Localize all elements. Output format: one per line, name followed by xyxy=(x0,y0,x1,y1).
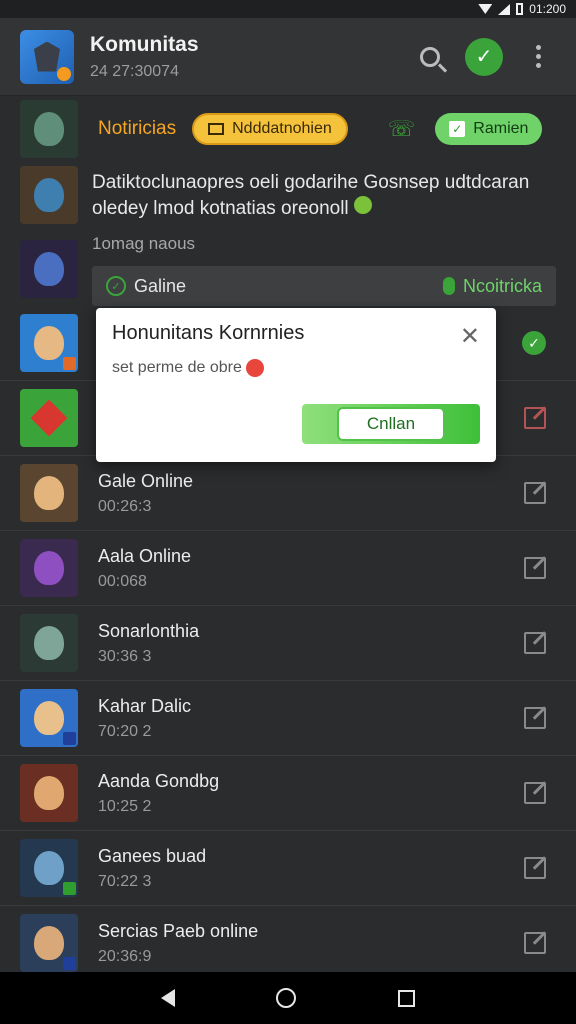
badge-icon xyxy=(63,732,76,745)
item-time: 00:26:3 xyxy=(98,497,152,515)
check-button[interactable]: ✓ xyxy=(464,37,504,77)
strip-online[interactable]: ✓ Galine xyxy=(106,276,186,297)
chat-list: Notiricias Ndddatnohien ☏ ✓ Ramien Datik… xyxy=(0,96,576,981)
smile-icon xyxy=(353,196,372,214)
mic-icon xyxy=(442,277,455,295)
edit-icon[interactable] xyxy=(524,557,546,579)
list-item[interactable]: Aala Online 00:068 xyxy=(0,531,576,606)
avatar xyxy=(20,839,78,897)
status-bar: 01:200 xyxy=(0,0,576,18)
status-time: 01:200 xyxy=(529,2,566,16)
badge-icon xyxy=(63,357,76,370)
header-text: Komunitas 24 27:30074 xyxy=(90,33,396,81)
dialog-button-track[interactable]: Cnllan xyxy=(302,404,480,444)
back-icon[interactable] xyxy=(160,989,175,1007)
page-subtitle: 24 27:30074 xyxy=(90,62,179,80)
more-button[interactable] xyxy=(518,37,558,77)
item-name: Ganees buad xyxy=(98,845,207,866)
list-item[interactable]: Gale Online 00:26:3 xyxy=(0,456,576,531)
notification-row[interactable]: Notiricias Ndddatnohien ☏ ✓ Ramien xyxy=(0,96,576,162)
item-time: 00:068 xyxy=(98,572,147,590)
ramien-pill[interactable]: ✓ Ramien xyxy=(435,113,543,145)
app-header: Komunitas 24 27:30074 ✓ xyxy=(0,18,576,96)
list-item[interactable]: Ganees buad 70:22 3 xyxy=(0,831,576,906)
item-name: Sercias Paeb online xyxy=(98,920,259,941)
edit-icon[interactable] xyxy=(524,932,546,954)
item-name: Aala Online xyxy=(98,545,192,566)
edit-icon[interactable] xyxy=(524,782,546,804)
badge-icon xyxy=(63,882,76,895)
check-icon: ✓ xyxy=(465,37,503,76)
app-icon[interactable] xyxy=(20,29,74,84)
description-sub: 1omag naous xyxy=(92,234,196,253)
dialog-title: Honunitans Kornrnies xyxy=(112,322,305,344)
edit-icon[interactable] xyxy=(524,857,546,879)
dialog-message: set perme de obre xyxy=(112,359,480,377)
checkbox-icon: ✓ xyxy=(449,121,466,137)
item-time: 70:20 2 xyxy=(98,722,152,740)
notification-pill[interactable]: Ndddatnohien xyxy=(192,113,348,145)
item-name: Kahar Dalic xyxy=(98,695,192,716)
edit-icon[interactable] xyxy=(524,707,546,729)
nav-bar xyxy=(0,972,576,1024)
edit-icon[interactable] xyxy=(524,407,546,429)
avatar xyxy=(20,166,78,224)
strip-online-label: Galine xyxy=(134,275,187,296)
close-icon[interactable]: ✕ xyxy=(460,322,480,351)
phone-icon[interactable]: ☏ xyxy=(388,116,416,142)
more-vert-icon xyxy=(535,45,541,68)
page-title: Komunitas xyxy=(90,32,199,56)
badge-icon xyxy=(57,66,71,81)
avatar xyxy=(20,914,78,972)
dialog: Honunitans Kornrnies ✕ set perme de obre… xyxy=(96,308,496,462)
item-time: 70:22 3 xyxy=(98,872,152,890)
avatar xyxy=(20,314,78,372)
avatar xyxy=(20,240,78,298)
check-icon: ✓ xyxy=(106,276,126,296)
avatar xyxy=(20,464,78,522)
strip-mic-label: Ncoitricka xyxy=(462,275,542,296)
list-item[interactable]: Sonarlonthia 30:36 3 xyxy=(0,606,576,681)
avatar xyxy=(20,764,78,822)
item-time: 10:25 2 xyxy=(98,797,152,815)
wifi-icon xyxy=(478,4,493,14)
avatar xyxy=(20,100,78,158)
desc-avatars xyxy=(20,166,78,306)
avatar xyxy=(20,539,78,597)
ramien-pill-label: Ramien xyxy=(473,120,529,137)
online-check-icon: ✓ xyxy=(522,331,546,355)
item-time: 20:36:9 xyxy=(98,947,152,965)
notification-title: Notiricias xyxy=(98,118,177,139)
list-item[interactable]: Sercias Paeb online 20:36:9 xyxy=(0,906,576,981)
avatar xyxy=(20,614,78,672)
signal-icon xyxy=(498,3,511,15)
avatar xyxy=(20,389,78,447)
badge-icon xyxy=(63,957,76,970)
search-icon xyxy=(420,46,440,67)
notification-pill-label: Ndddatnohien xyxy=(232,120,332,137)
recents-icon[interactable] xyxy=(398,989,416,1007)
envelope-icon xyxy=(208,123,225,135)
edit-icon[interactable] xyxy=(524,632,546,654)
battery-icon xyxy=(516,3,524,15)
list-item[interactable]: Kahar Dalic 70:20 2 xyxy=(0,681,576,756)
list-item[interactable]: Aanda Gondbg 10:25 2 xyxy=(0,756,576,831)
edit-icon[interactable] xyxy=(524,482,546,504)
dialog-button[interactable]: Cnllan xyxy=(337,407,445,441)
item-name: Gale Online xyxy=(98,470,194,491)
description-text: Datiktoclunaopres oeli godarihe Gosnsep … xyxy=(92,172,530,219)
description-block: Datiktoclunaopres oeli godarihe Gosnsep … xyxy=(0,162,576,306)
item-name: Sonarlonthia xyxy=(98,620,200,641)
avatar xyxy=(20,689,78,747)
desc-content: Datiktoclunaopres oeli godarihe Gosnsep … xyxy=(92,166,556,306)
heart-eyes-icon xyxy=(245,359,264,377)
status-strip[interactable]: ✓ Galine Ncoitricka xyxy=(92,266,556,306)
shield-icon xyxy=(34,41,60,72)
item-time: 30:36 3 xyxy=(98,647,152,665)
search-button[interactable] xyxy=(410,37,450,77)
strip-mic[interactable]: Ncoitricka xyxy=(442,275,542,297)
item-name: Aanda Gondbg xyxy=(98,770,220,791)
home-icon[interactable] xyxy=(276,988,297,1008)
